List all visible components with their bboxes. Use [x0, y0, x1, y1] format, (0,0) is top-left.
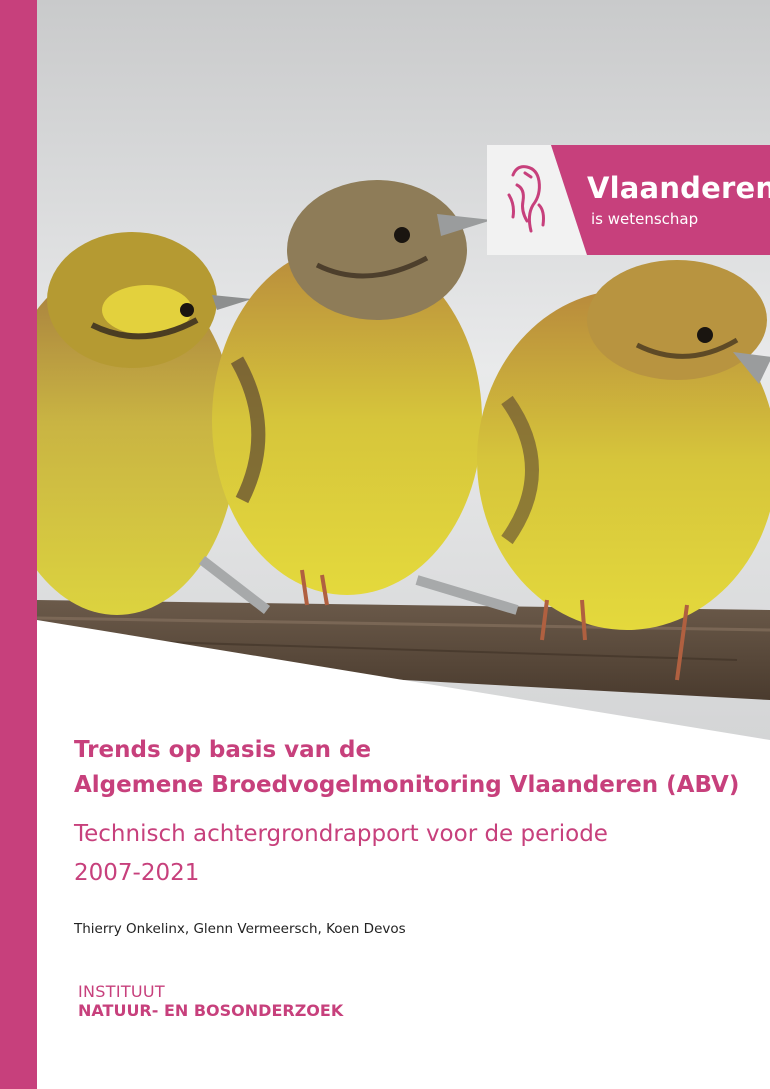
author-list: Thierry Onkelinx, Glenn Vermeersch, Koen… [74, 921, 406, 937]
brand-name: Vlaanderen [587, 171, 770, 205]
report-title: Trends op basis van de Algemene Broedvog… [74, 733, 754, 803]
report-subtitle: Technisch achtergrondrapport voor de per… [74, 815, 754, 893]
institute-name-line-1: INSTITUUT [78, 982, 166, 1001]
report-title-line-1: Trends op basis van de [74, 737, 372, 763]
institute-name-line-2: NATUUR- EN BOSONDERZOEK [78, 1001, 344, 1020]
institute-logo: INSTITUUT NATUUR- EN BOSONDERZOEK [78, 982, 343, 1020]
report-period: 2007-2021 [74, 860, 200, 886]
cover-photo [37, 0, 770, 740]
brand-tagline: is wetenschap [591, 210, 699, 228]
report-title-line-2: Algemene Broedvogelmonitoring Vlaanderen… [74, 772, 740, 798]
report-subtitle-line-1: Technisch achtergrondrapport voor de per… [74, 821, 608, 847]
left-accent-bar [0, 0, 37, 1089]
brand-text: Vlaanderen is wetenschap [587, 170, 770, 228]
